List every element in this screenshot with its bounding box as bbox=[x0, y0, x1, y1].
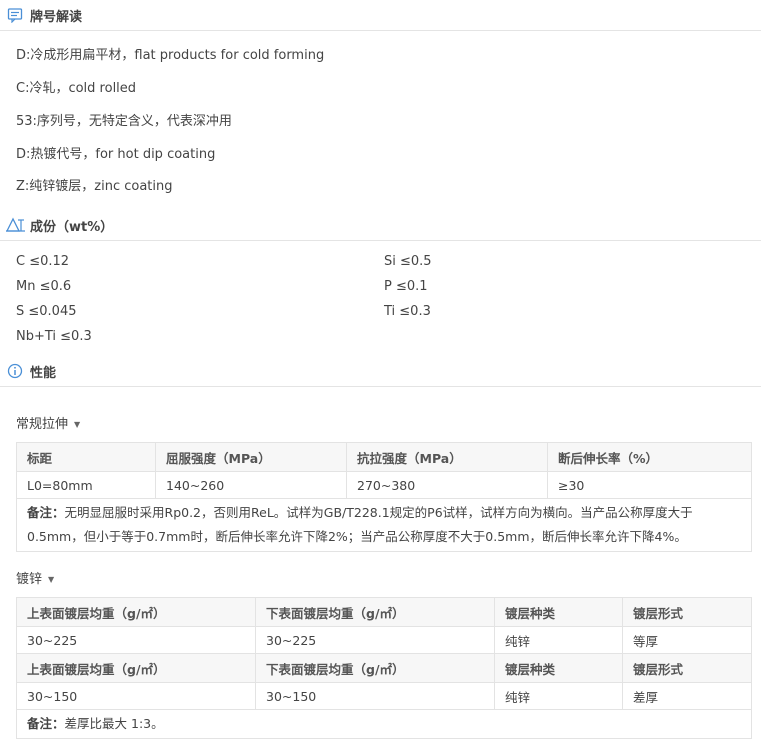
note-text: 无明显屈服时采用Rp0.2，否则用ReL。试样为GB/T228.1规定的P6试样… bbox=[27, 505, 693, 544]
table-header-cell: 断后伸长率（%） bbox=[547, 442, 752, 472]
flask-icon bbox=[5, 217, 26, 233]
table-cell: 30~225 bbox=[16, 626, 256, 654]
table-header-cell: 抗拉强度（MPa） bbox=[346, 442, 548, 472]
tensile-label: 常规拉伸 bbox=[16, 417, 69, 432]
grade-line-1: D:冷成形用扁平材，flat products for cold forming bbox=[16, 48, 325, 63]
composition-nbti: Nb+Ti ≤0.3 bbox=[16, 329, 92, 344]
table-row: 30~150 30~150 纯锌 差厚 bbox=[16, 682, 752, 710]
galvanizing-note: 备注：差厚比最大 1:3。 bbox=[16, 709, 752, 739]
table-header-cell: 下表面镀层均重（g/㎡） bbox=[255, 597, 495, 627]
table-row: L0=80mm 140~260 270~380 ≥30 bbox=[16, 471, 752, 499]
table-header-cell: 镀层形式 bbox=[622, 653, 752, 683]
table-note-row: 备注：差厚比最大 1:3。 bbox=[16, 709, 752, 739]
composition-mn: Mn ≤0.6 bbox=[16, 279, 72, 294]
table-header-row: 上表面镀层均重（g/㎡） 下表面镀层均重（g/㎡） 镀层种类 镀层形式 bbox=[16, 597, 752, 627]
note-text: 差厚比最大 1:3。 bbox=[64, 716, 164, 731]
note-label: 备注： bbox=[27, 505, 65, 520]
section-title-composition: 成份（wt%） bbox=[30, 220, 114, 235]
section-title-grade: 牌号解读 bbox=[30, 10, 83, 25]
info-icon bbox=[7, 363, 23, 379]
grade-line-4: D:热镀代号，for hot dip coating bbox=[16, 147, 216, 162]
composition-s: S ≤0.045 bbox=[16, 304, 77, 319]
document-icon bbox=[7, 7, 23, 24]
table-cell: 差厚 bbox=[622, 682, 752, 710]
tensile-note: 备注：无明显屈服时采用Rp0.2，否则用ReL。试样为GB/T228.1规定的P… bbox=[16, 498, 752, 552]
table-cell: 30~150 bbox=[16, 682, 256, 710]
grade-line-3: 53:序列号，无特定含义，代表深冲用 bbox=[16, 114, 232, 129]
grade-line-5: Z:纯锌镀层，zinc coating bbox=[16, 179, 173, 194]
table-cell: ≥30 bbox=[547, 471, 752, 499]
table-note-row: 备注：无明显屈服时采用Rp0.2，否则用ReL。试样为GB/T228.1规定的P… bbox=[16, 498, 752, 552]
table-cell: 30~150 bbox=[255, 682, 495, 710]
table-cell: 等厚 bbox=[622, 626, 752, 654]
composition-si: Si ≤0.5 bbox=[384, 254, 432, 269]
composition-ti: Ti ≤0.3 bbox=[384, 304, 431, 319]
caret-down-icon: ▼ bbox=[74, 420, 81, 429]
tensile-table: 标距 屈服强度（MPa） 抗拉强度（MPa） 断后伸长率（%） L0=80mm … bbox=[16, 442, 752, 552]
table-header-cell: 屈服强度（MPa） bbox=[155, 442, 347, 472]
table-cell: L0=80mm bbox=[16, 471, 156, 499]
table-header-cell: 标距 bbox=[16, 442, 156, 472]
table-header-cell: 下表面镀层均重（g/㎡） bbox=[255, 653, 495, 683]
table-cell: 30~225 bbox=[255, 626, 495, 654]
table-header-row: 上表面镀层均重（g/㎡） 下表面镀层均重（g/㎡） 镀层种类 镀层形式 bbox=[16, 653, 752, 683]
composition-p: P ≤0.1 bbox=[384, 279, 428, 294]
grade-line-2: C:冷轧，cold rolled bbox=[16, 81, 137, 96]
section-title-properties: 性能 bbox=[30, 366, 57, 381]
galvanizing-table: 上表面镀层均重（g/㎡） 下表面镀层均重（g/㎡） 镀层种类 镀层形式 30~2… bbox=[16, 597, 752, 739]
composition-c: C ≤0.12 bbox=[16, 254, 70, 269]
table-cell: 270~380 bbox=[346, 471, 548, 499]
table-header-cell: 镀层种类 bbox=[494, 653, 623, 683]
galvanizing-toggle[interactable]: 镀锌 ▼ bbox=[16, 568, 54, 587]
table-header-cell: 镀层形式 bbox=[622, 597, 752, 627]
table-row: 30~225 30~225 纯锌 等厚 bbox=[16, 626, 752, 654]
table-header-row: 标距 屈服强度（MPa） 抗拉强度（MPa） 断后伸长率（%） bbox=[16, 442, 752, 472]
section-header-composition: 成份（wt%） bbox=[0, 210, 761, 241]
table-cell: 140~260 bbox=[155, 471, 347, 499]
table-header-cell: 上表面镀层均重（g/㎡） bbox=[16, 597, 256, 627]
galvanizing-label: 镀锌 bbox=[16, 572, 43, 587]
section-header-grade: 牌号解读 bbox=[0, 0, 761, 31]
table-cell: 纯锌 bbox=[494, 682, 623, 710]
table-cell: 纯锌 bbox=[494, 626, 623, 654]
caret-down-icon: ▼ bbox=[48, 575, 55, 584]
table-header-cell: 上表面镀层均重（g/㎡） bbox=[16, 653, 256, 683]
table-header-cell: 镀层种类 bbox=[494, 597, 623, 627]
section-header-properties: 性能 bbox=[0, 356, 761, 387]
note-label: 备注： bbox=[27, 716, 65, 731]
tensile-toggle[interactable]: 常规拉伸 ▼ bbox=[16, 413, 80, 432]
